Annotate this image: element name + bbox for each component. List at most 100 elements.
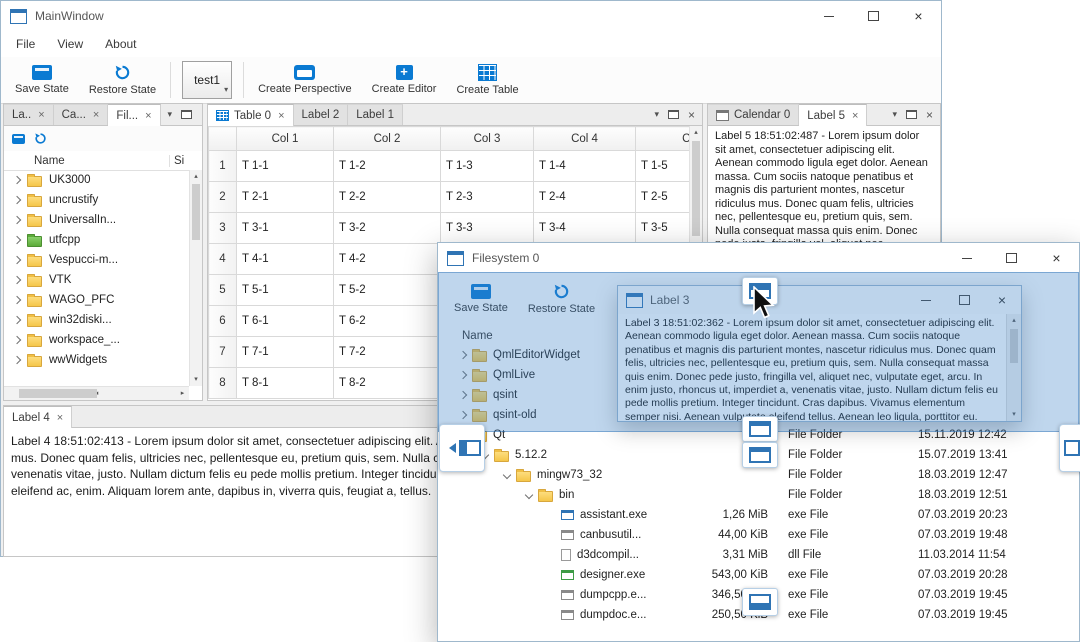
- table-cell[interactable]: T 8-2: [334, 368, 441, 399]
- tab-label1[interactable]: Label 1: [348, 104, 403, 125]
- create-perspective-button[interactable]: Create Perspective: [248, 57, 362, 103]
- chevron-right-icon[interactable]: [13, 196, 21, 204]
- tree-item[interactable]: win32diski...: [4, 310, 189, 330]
- chevron-right-icon[interactable]: [13, 176, 21, 184]
- restore-state-icon[interactable]: [34, 132, 47, 145]
- tab-labels[interactable]: La.. ×: [4, 104, 54, 125]
- close-button[interactable]: ×: [896, 1, 941, 31]
- tree-item[interactable]: uncrustify: [4, 190, 189, 210]
- chevron-right-icon[interactable]: [13, 256, 21, 264]
- tab-calendar0[interactable]: Calendar 0: [708, 104, 799, 125]
- table-cell[interactable]: T 5-2: [334, 275, 441, 306]
- tab-calendar[interactable]: Ca... ×: [54, 104, 109, 125]
- table-cell[interactable]: T 7-1: [237, 337, 334, 368]
- scroll-right-icon[interactable]: ▸: [176, 387, 189, 400]
- tree-item[interactable]: wwWidgets: [4, 350, 189, 370]
- row-header[interactable]: 4: [209, 244, 237, 275]
- table-cell[interactable]: T 2-1: [237, 182, 334, 213]
- tree-item[interactable]: UniversalIn...: [4, 210, 189, 230]
- drop-indicator-right[interactable]: [1059, 424, 1080, 472]
- save-state-button[interactable]: Save State: [5, 57, 79, 103]
- chevron-right-icon[interactable]: [13, 236, 21, 244]
- table-cell[interactable]: T 1-4: [534, 151, 636, 182]
- tab-menu-icon[interactable]: ▾: [654, 109, 659, 120]
- drop-indicator-center[interactable]: [742, 416, 778, 442]
- row-header[interactable]: 5: [209, 275, 237, 306]
- scroll-up-icon[interactable]: ▴: [190, 170, 202, 183]
- table-cell[interactable]: T 6-1: [237, 306, 334, 337]
- row-header[interactable]: 7: [209, 337, 237, 368]
- filesystem-titlebar[interactable]: Filesystem 0 ×: [438, 243, 1079, 273]
- detach-icon[interactable]: [906, 110, 917, 119]
- restore-state-button[interactable]: Restore State: [79, 57, 166, 103]
- close-icon[interactable]: ×: [926, 108, 933, 122]
- filesystem-row[interactable]: d3dcompil...3,31 MiBdll File11.03.2014 1…: [438, 545, 1079, 565]
- table-cell[interactable]: T 2-5: [636, 182, 690, 213]
- drop-indicator-left[interactable]: [439, 424, 485, 472]
- scrollbar-thumb[interactable]: [692, 141, 700, 236]
- row-header[interactable]: 2: [209, 182, 237, 213]
- scrollbar-thumb[interactable]: [192, 184, 200, 240]
- filesystem-row[interactable]: assistant.exe1,26 MiBexe File07.03.2019 …: [438, 505, 1079, 525]
- table-cell[interactable]: T 4-2: [334, 244, 441, 275]
- row-header[interactable]: 8: [209, 368, 237, 399]
- table-cell[interactable]: T 1-1: [237, 151, 334, 182]
- table-cell[interactable]: T 2-3: [441, 182, 534, 213]
- close-icon[interactable]: ×: [201, 108, 203, 122]
- close-icon[interactable]: ×: [688, 108, 695, 122]
- menu-file[interactable]: File: [5, 33, 46, 55]
- column-header[interactable]: Col 5: [636, 127, 690, 151]
- scroll-up-icon[interactable]: ▴: [690, 126, 702, 139]
- chevron-right-icon[interactable]: [13, 356, 21, 364]
- drop-indicator-center-tab[interactable]: [742, 442, 778, 468]
- filesystem-row[interactable]: designer.exe543,00 KiBexe File07.03.2019…: [438, 565, 1079, 585]
- minimize-button[interactable]: [944, 243, 989, 273]
- scrollbar-thumb[interactable]: [19, 389, 97, 398]
- table-cell[interactable]: T 3-5: [636, 213, 690, 244]
- tab-label5[interactable]: Label 5 ×: [799, 104, 867, 126]
- filesystem-row[interactable]: mingw73_32File Folder18.03.2019 12:47: [438, 465, 1079, 485]
- tree-item[interactable]: utfcpp: [4, 230, 189, 250]
- column-header[interactable]: Col 2: [334, 127, 441, 151]
- tree-item[interactable]: workspace_...: [4, 330, 189, 350]
- column-header[interactable]: Col 1: [237, 127, 334, 151]
- table-cell[interactable]: T 7-2: [334, 337, 441, 368]
- chevron-right-icon[interactable]: [13, 296, 21, 304]
- table-cell[interactable]: T 1-5: [636, 151, 690, 182]
- tab-label4[interactable]: Label 4 ×: [4, 406, 72, 428]
- tree-item[interactable]: WAGO_PFC: [4, 290, 189, 310]
- table-cell[interactable]: T 1-3: [441, 151, 534, 182]
- table-cell[interactable]: T 2-2: [334, 182, 441, 213]
- table-cell[interactable]: T 1-2: [334, 151, 441, 182]
- column-header[interactable]: Col 4: [534, 127, 636, 151]
- maximize-button[interactable]: [989, 243, 1034, 273]
- main-titlebar[interactable]: MainWindow ×: [1, 1, 941, 31]
- menu-about[interactable]: About: [94, 33, 147, 55]
- chevron-right-icon[interactable]: [13, 316, 21, 324]
- tab-close-icon[interactable]: ×: [38, 109, 44, 121]
- tab-close-icon[interactable]: ×: [278, 110, 284, 122]
- table-cell[interactable]: T 3-2: [334, 213, 441, 244]
- minimize-button[interactable]: [806, 1, 851, 31]
- table-cell[interactable]: T 5-1: [237, 275, 334, 306]
- tree-item[interactable]: Vespucci-m...: [4, 250, 189, 270]
- tab-close-icon[interactable]: ×: [852, 110, 858, 122]
- table-cell[interactable]: T 4-1: [237, 244, 334, 275]
- menu-view[interactable]: View: [46, 33, 94, 55]
- row-header[interactable]: 6: [209, 306, 237, 337]
- tree-header[interactable]: Name Si: [4, 151, 202, 171]
- table-cell[interactable]: T 3-3: [441, 213, 534, 244]
- create-table-button[interactable]: Create Table: [446, 57, 528, 103]
- size-column-header[interactable]: Si: [169, 155, 202, 167]
- tab-table0[interactable]: Table 0 ×: [208, 104, 294, 126]
- detach-icon[interactable]: [668, 110, 679, 119]
- save-state-icon[interactable]: [12, 134, 25, 144]
- maximize-button[interactable]: [851, 1, 896, 31]
- tab-close-icon[interactable]: ×: [57, 412, 63, 424]
- table-cell[interactable]: T 3-4: [534, 213, 636, 244]
- create-editor-button[interactable]: Create Editor: [362, 57, 447, 103]
- table-cell[interactable]: T 2-4: [534, 182, 636, 213]
- tab-menu-icon[interactable]: ▾: [168, 109, 173, 120]
- vertical-scrollbar[interactable]: ▴ ▾: [189, 170, 202, 386]
- filesystem-row[interactable]: binFile Folder18.03.2019 12:51: [438, 485, 1079, 505]
